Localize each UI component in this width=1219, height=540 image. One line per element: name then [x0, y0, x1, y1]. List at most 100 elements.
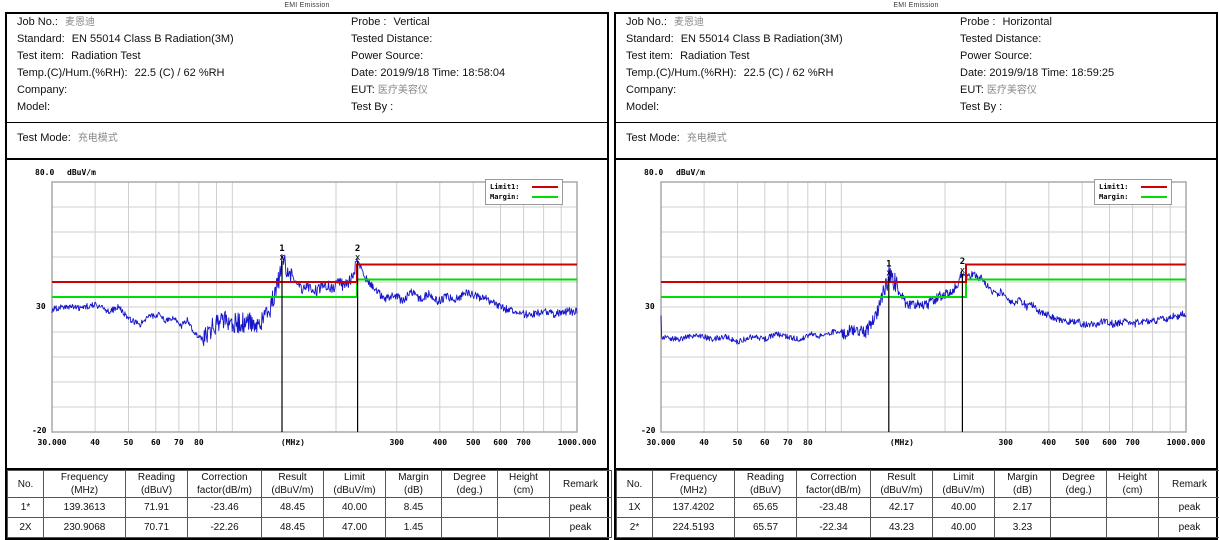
test-mode-label: Test Mode: [17, 132, 71, 144]
x-axis-tick-label: 400 [433, 438, 447, 447]
table-header-row: No.Frequency(MHz)Reading(dBuV)Correction… [617, 471, 1219, 498]
info-col-left: Test item:Radiation Test [616, 48, 956, 65]
panel-horizontal: EMI Emission Job No.:麦恩迪Probe :Horizonta… [614, 0, 1218, 535]
info-value: Vertical [386, 14, 429, 31]
info-value: 医疗美容仪 [984, 82, 1037, 99]
table-header-cell: Frequency(MHz) [44, 471, 126, 498]
info-label: Date: 2019/9/18 Time: 18:59:25 [960, 65, 1114, 82]
info-box-1: Job No.:麦恩迪Probe :HorizontalStandard:EN … [614, 12, 1218, 122]
table-cell: 8.45 [386, 498, 442, 518]
legend-label-0: Limit1: [490, 183, 528, 191]
table-header-cell: Limit(dBuV/m) [933, 471, 995, 498]
info-label: Power Source: [960, 48, 1032, 65]
chart-legend: Limit1:Margin: [1094, 179, 1172, 205]
table-header-cell: Height(cm) [1107, 471, 1159, 498]
info-col-left: Temp.(C)/Hum.(%RH):22.5 (C) / 62 %RH [7, 65, 347, 82]
header-line-2: (dBuV) [126, 484, 187, 497]
x-axis-tick-label: 50 [124, 438, 134, 447]
table-header-cell: Degree(deg.) [442, 471, 498, 498]
x-axis-tick-label: 30.000 [38, 438, 67, 447]
marker-x-glyph-2: x [960, 266, 966, 276]
panel-vertical: EMI Emission Job No.:麦恩迪Probe :VerticalS… [5, 0, 609, 535]
x-axis-tick-label: 1000.000 [1167, 438, 1206, 447]
info-value: Horizontal [995, 14, 1052, 31]
table-cell [1107, 498, 1159, 518]
test-mode-value: 充电模式 [71, 133, 118, 144]
header-line-1: Result [262, 471, 323, 484]
table-header-cell: Frequency(MHz) [653, 471, 735, 498]
header-line-1: Reading [126, 471, 187, 484]
table-cell: 42.17 [871, 498, 933, 518]
info-label: Company: [17, 82, 67, 99]
info-col-left: Job No.:麦恩迪 [616, 14, 956, 31]
table-cell: 65.65 [735, 498, 797, 518]
info-col-right: Probe :Horizontal [956, 14, 1216, 31]
info-box-0: Job No.:麦恩迪Probe :VerticalStandard:EN 55… [5, 12, 609, 122]
table-cell: peak [1159, 498, 1219, 518]
legend-swatch-0 [532, 186, 558, 188]
info-col-right: Tested Distance: [956, 31, 1216, 48]
info-label: Temp.(C)/Hum.(%RH): [626, 65, 737, 82]
header-line-1: Reading [735, 471, 796, 484]
info-col-right: Test By : [956, 99, 1216, 116]
info-label: Test By : [351, 99, 393, 116]
test-mode-value: 充电模式 [680, 133, 727, 144]
x-axis-tick-label: 60 [151, 438, 161, 447]
x-axis-tick-label: 40 [699, 438, 709, 447]
top-caption-0: EMI Emission [5, 0, 609, 12]
info-col-right: EUT:医疗美容仪 [956, 82, 1216, 99]
header-line-1: Limit [324, 471, 385, 484]
info-col-right: EUT:医疗美容仪 [347, 82, 607, 99]
info-value: Radiation Test [673, 48, 750, 65]
header-line-1: Frequency [653, 471, 734, 484]
info-value: EN 55014 Class B Radiation(3M) [674, 31, 843, 48]
info-col-right: Tested Distance: [347, 31, 607, 48]
info-row: Standard:EN 55014 Class B Radiation(3M)T… [7, 31, 607, 48]
results-table: No.Frequency(MHz)Reading(dBuV)Correction… [7, 470, 612, 538]
table-header-cell: No. [617, 471, 653, 498]
x-axis-tick-label: 30.000 [647, 438, 676, 447]
info-label: Probe : [960, 14, 995, 31]
y-axis-label-max: 80.0 [35, 168, 54, 177]
legend-label-1: Margin: [1099, 193, 1137, 201]
info-label: Company: [626, 82, 676, 99]
header-line-2: (cm) [498, 484, 549, 497]
table-header-cell: No. [8, 471, 44, 498]
y-axis-label-max: 80.0 [644, 168, 663, 177]
table-header-cell: Result(dBuV/m) [871, 471, 933, 498]
info-col-right: Date: 2019/9/18 Time: 18:58:04 [347, 65, 607, 82]
legend-swatch-1 [532, 196, 558, 198]
table-header-cell: Reading(dBuV) [126, 471, 188, 498]
info-col-left: Job No.:麦恩迪 [7, 14, 347, 31]
table-header-cell: Correctionfactor(dB/m) [797, 471, 871, 498]
info-value: EN 55014 Class B Radiation(3M) [65, 31, 234, 48]
info-value: 麦恩迪 [58, 14, 95, 31]
header-line-1: Remark [550, 478, 611, 491]
info-value: 22.5 (C) / 62 %RH [737, 65, 834, 82]
x-axis-tick-label: 700 [1125, 438, 1139, 447]
header-line-2: (dBuV/m) [324, 484, 385, 497]
y-axis-label-min: -20 [641, 426, 655, 435]
header-line-1: Correction [188, 471, 261, 484]
table-cell: 40.00 [933, 498, 995, 518]
info-value: 医疗美容仪 [375, 82, 428, 99]
info-col-left: Test item:Radiation Test [7, 48, 347, 65]
header-line-1: Correction [797, 471, 870, 484]
info-col-right: Date: 2019/9/18 Time: 18:59:25 [956, 65, 1216, 82]
header-line-1: Degree [442, 471, 497, 484]
info-row: Company: EUT:医疗美容仪 [616, 82, 1216, 99]
info-label: Tested Distance: [351, 31, 432, 48]
x-axis-tick-label: 500 [466, 438, 480, 447]
table-cell: peak [550, 498, 612, 518]
y-axis-label-mid: 30 [645, 302, 655, 311]
table-header-cell: Height(cm) [498, 471, 550, 498]
table-header-cell: Margin(dB) [995, 471, 1051, 498]
marker-x-glyph-1: x [279, 253, 285, 263]
x-axis-tick-label: 700 [516, 438, 530, 447]
info-value: 麦恩迪 [667, 14, 704, 31]
header-line-2: factor(dB/m) [188, 484, 261, 497]
results-table-wrap-1: No.Frequency(MHz)Reading(dBuV)Correction… [614, 470, 1218, 540]
test-mode-box-0: Test Mode:充电模式 [5, 122, 609, 160]
x-axis-tick-label: 60 [760, 438, 770, 447]
results-table-wrap-0: No.Frequency(MHz)Reading(dBuV)Correction… [5, 470, 609, 540]
